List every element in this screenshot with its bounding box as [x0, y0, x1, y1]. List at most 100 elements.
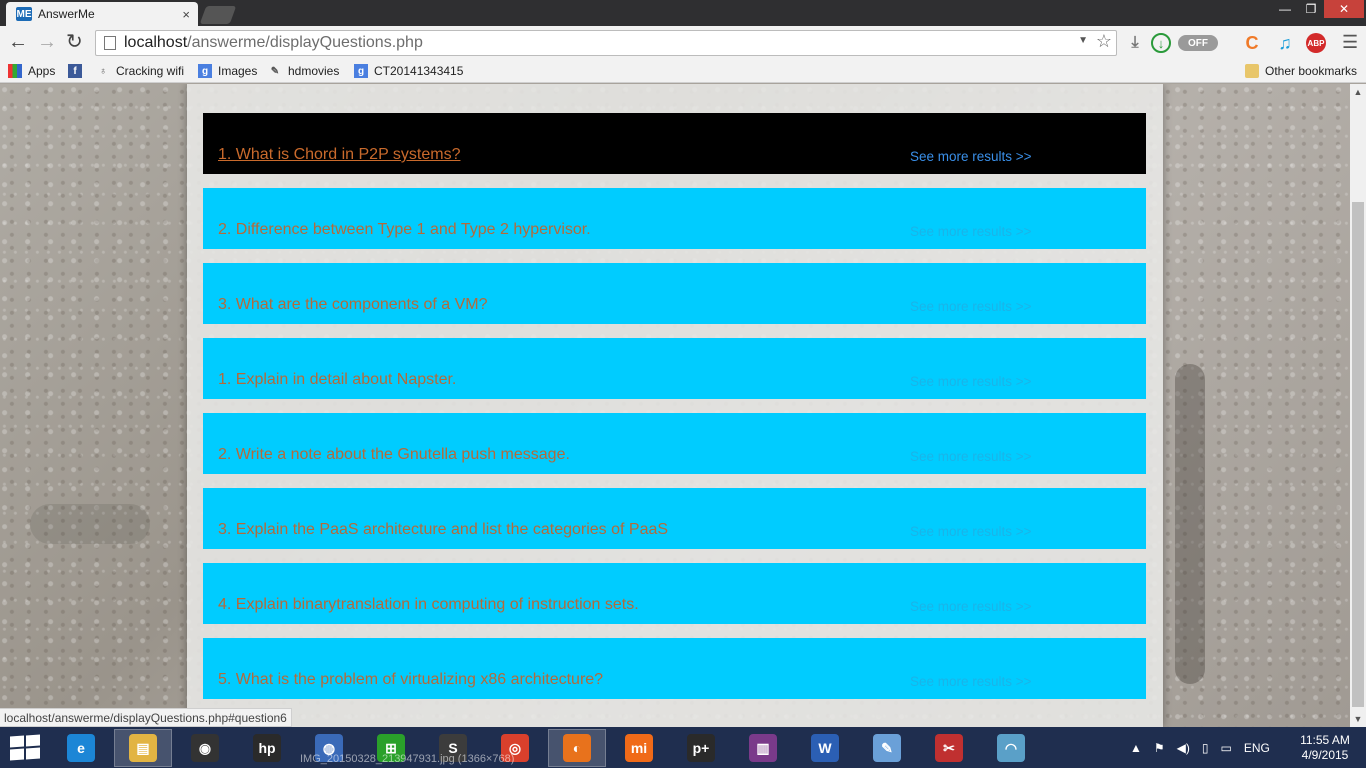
vertical-scrollbar[interactable]: ▲ ▼: [1350, 84, 1366, 727]
scroll-up-icon[interactable]: ▲: [1350, 84, 1366, 100]
see-more-link[interactable]: See more results >>: [910, 149, 1032, 164]
answerme-favicon-icon: ME: [16, 7, 32, 21]
question-link[interactable]: 3. What are the components of a VM?: [218, 296, 487, 314]
see-more-link[interactable]: See more results >>: [910, 449, 1032, 464]
see-more-link[interactable]: See more results >>: [910, 224, 1032, 239]
other-bookmarks-folder[interactable]: Other bookmarks: [1245, 62, 1357, 80]
question-link[interactable]: 1. What is Chord in P2P systems?: [218, 146, 460, 164]
windows-start-button[interactable]: [8, 734, 40, 761]
question-link[interactable]: 2. Difference between Type 1 and Type 2 …: [218, 221, 591, 239]
taskbar-app-button[interactable]: ◠: [982, 729, 1040, 767]
question-link[interactable]: 5. What is the problem of virtualizing x…: [218, 671, 603, 689]
google-icon: g: [354, 64, 368, 78]
taskbar-app-button[interactable]: p+: [672, 729, 730, 767]
bookmark-apps[interactable]: Apps: [8, 62, 55, 80]
network-tray-icon[interactable]: ▭: [1221, 741, 1232, 755]
question-card[interactable]: 5. What is the problem of virtualizing x…: [203, 638, 1146, 699]
battery-icon[interactable]: ▯: [1202, 741, 1209, 755]
facebook-icon: f: [68, 64, 82, 78]
bookmark-ct20141343415[interactable]: g CT20141343415: [354, 62, 463, 80]
adblock-plus-icon[interactable]: ABP: [1306, 33, 1326, 53]
taskbar-app-button[interactable]: ▤: [114, 729, 172, 767]
minimize-button[interactable]: —: [1272, 0, 1298, 18]
taskbar-app-button[interactable]: ✂: [920, 729, 978, 767]
taskbar-clock[interactable]: 11:55 AM 4/9/2015: [1290, 733, 1360, 763]
question-link[interactable]: 2. Write a note about the Gnutella push …: [218, 446, 570, 464]
url-path: /answerme/displayQuestions.php: [187, 34, 423, 51]
tab-close-icon[interactable]: ×: [182, 7, 190, 22]
taskbar-app-button[interactable]: ▥: [734, 729, 792, 767]
taskbar-app-button[interactable]: e: [52, 729, 110, 767]
hp-icon: hp: [253, 734, 281, 762]
input-language[interactable]: ENG: [1244, 741, 1270, 755]
new-tab-button[interactable]: [199, 6, 237, 24]
browser-tab[interactable]: ME AnswerMe ×: [6, 2, 198, 26]
question-card[interactable]: 1. Explain in detail about Napster. See …: [203, 338, 1146, 399]
bookmark-hdmovies[interactable]: ✎ hdmovies: [268, 62, 340, 80]
extension-toggle[interactable]: OFF: [1178, 35, 1218, 51]
see-more-link[interactable]: See more results >>: [910, 299, 1032, 314]
question-link[interactable]: 3. Explain the PaaS architecture and lis…: [218, 521, 668, 539]
apps-grid-icon: [8, 64, 22, 78]
forward-arrow-icon[interactable]: →: [37, 31, 57, 53]
download-tray-icon[interactable]: ⤓: [1125, 33, 1145, 53]
back-arrow-icon[interactable]: ←: [8, 31, 28, 53]
bookmark-label: Cracking wifi: [116, 64, 185, 78]
bookmark-star-icon[interactable]: ☆: [1096, 31, 1112, 52]
window-titlebar: ME AnswerMe × — ❐ ✕: [0, 0, 1366, 26]
question-card[interactable]: 4. Explain binarytranslation in computin…: [203, 563, 1146, 624]
question-card[interactable]: 3. Explain the PaaS architecture and lis…: [203, 488, 1146, 549]
close-window-button[interactable]: ✕: [1324, 0, 1364, 18]
questions-panel: 1. What is Chord in P2P systems? See mor…: [187, 84, 1163, 727]
question-card[interactable]: 2. Difference between Type 1 and Type 2 …: [203, 188, 1146, 249]
question-card[interactable]: 2. Write a note about the Gnutella push …: [203, 413, 1146, 474]
webcam-icon: ◉: [191, 734, 219, 762]
scrollbar-thumb[interactable]: [1352, 202, 1364, 707]
show-hidden-icons-icon[interactable]: ▲: [1130, 741, 1142, 755]
volume-icon[interactable]: ◀): [1177, 741, 1190, 755]
windows-logo-icon: [26, 734, 40, 747]
bookmark-images[interactable]: g Images: [198, 62, 257, 80]
flag-icon[interactable]: ⚑: [1154, 741, 1165, 755]
clock-time: 11:55 AM: [1300, 733, 1350, 747]
maximize-button[interactable]: ❐: [1298, 0, 1324, 18]
see-more-link[interactable]: See more results >>: [910, 599, 1032, 614]
see-more-link[interactable]: See more results >>: [910, 674, 1032, 689]
question-card[interactable]: 3. What are the components of a VM? See …: [203, 263, 1146, 324]
chrome-menu-icon[interactable]: ☰: [1342, 32, 1358, 53]
bookmark-label: CT20141343415: [374, 64, 464, 78]
downloader-extension-icon[interactable]: ↓: [1151, 33, 1171, 53]
windows-taskbar: e ▤ ◉ hp ◍ ⊞ S ◎ ◐ mi p+ ▥ W ✎ ✂ ◠ IMG_20150328_2139479…: [0, 727, 1366, 768]
mi-icon: mi: [625, 734, 653, 762]
taskbar-app-button[interactable]: hp: [238, 729, 296, 767]
paint-icon: ✎: [873, 734, 901, 762]
question-card[interactable]: 1. What is Chord in P2P systems? See mor…: [203, 113, 1146, 174]
dropdown-arrow-icon[interactable]: ▼: [1078, 35, 1088, 46]
see-more-link[interactable]: See more results >>: [910, 524, 1032, 539]
folder-icon: [1245, 64, 1259, 78]
firefox-icon: ◐: [563, 734, 591, 762]
taskbar-app-button[interactable]: ◐: [548, 729, 606, 767]
taskbar-app-button[interactable]: ◉: [176, 729, 234, 767]
bookmark-label: hdmovies: [288, 64, 340, 78]
url-host: localhost: [124, 34, 188, 51]
question-link[interactable]: 1. Explain in detail about Napster.: [218, 371, 456, 389]
question-link[interactable]: 4. Explain binarytranslation in computin…: [218, 596, 639, 614]
taskbar-app-button[interactable]: W: [796, 729, 854, 767]
word-icon: W: [811, 734, 839, 762]
bookmark-cracking-wifi[interactable]: f ♁ Cracking wifi: [68, 62, 184, 80]
clock-date: 4/9/2015: [1301, 748, 1349, 762]
background-decoration: [1175, 364, 1205, 684]
c-extension-icon[interactable]: C: [1242, 33, 1262, 53]
other-bookmarks-label: Other bookmarks: [1265, 64, 1358, 78]
wifi-bookmark-icon: ♁: [99, 65, 107, 77]
address-bar[interactable]: localhost/answerme/displayQuestions.php …: [95, 30, 1117, 56]
scroll-down-icon[interactable]: ▼: [1350, 711, 1366, 727]
page-icon: [104, 36, 116, 50]
reload-icon[interactable]: ↻: [66, 31, 83, 53]
browser-toolbar: ← → ↻ localhost/answerme/displayQuestion…: [0, 26, 1366, 59]
see-more-link[interactable]: See more results >>: [910, 374, 1032, 389]
headphones-extension-icon[interactable]: ♫: [1275, 33, 1295, 53]
taskbar-app-button[interactable]: ✎: [858, 729, 916, 767]
taskbar-app-button[interactable]: mi: [610, 729, 668, 767]
